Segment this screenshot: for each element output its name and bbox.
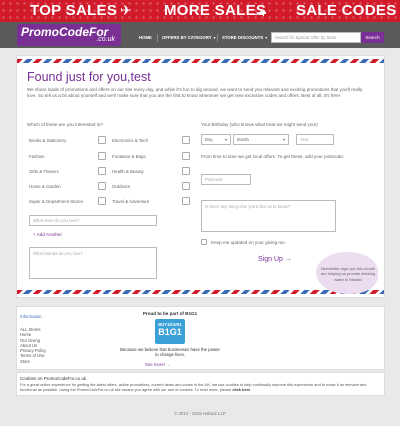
b1g1-tagline: Because we believe that businesses have … [120, 347, 220, 358]
intro-text: We share loads of promotions and offers … [27, 87, 363, 99]
nav-store-discounts[interactable]: STORE DISCOUNTS ▼ [222, 35, 268, 40]
category-checkbox[interactable] [98, 152, 106, 160]
categories-label: Which of these are you interested in? [27, 122, 103, 127]
category-checkbox[interactable] [98, 197, 106, 205]
see-more-link[interactable]: See more! → [145, 362, 170, 367]
page-title: Found just for you,test [27, 70, 151, 84]
cookie-title: Cookies on PromoCodeFor.co.uk [20, 376, 87, 381]
chevron-down-icon: ▾ [224, 137, 227, 142]
category-checkbox[interactable] [98, 182, 106, 190]
month-select-value: Month [237, 137, 249, 142]
newsletter-note: Newsletter sign ups this month are helpi… [320, 266, 376, 282]
nav-store-label: STORE DISCOUNTS [222, 35, 264, 40]
footer-link-store[interactable]: Store [20, 359, 46, 364]
nav-home[interactable]: HOME [139, 35, 152, 40]
category-label: Outdoors [112, 184, 131, 189]
category-checkbox[interactable] [182, 182, 190, 190]
footer-link-terms-of-use[interactable]: Terms of Use [20, 353, 46, 358]
category-label: Electronics & Tech [112, 138, 149, 143]
category-checkbox[interactable] [98, 136, 106, 144]
month-select[interactable]: Month ▾ [233, 134, 289, 145]
search-button[interactable]: Search [361, 32, 384, 43]
favorite-brands-input[interactable]: What brands do you love? [29, 247, 157, 279]
signup-label: Sign Up [258, 256, 283, 263]
banner-more-sales[interactable]: MORE SALES [164, 2, 266, 19]
cookie-body: For a great online experience for gettin… [20, 382, 367, 393]
category-checkbox[interactable] [98, 167, 106, 175]
chevron-down-icon: ▼ [212, 36, 217, 40]
b1g1-logo-main: B1G1 [158, 327, 182, 337]
logo-sub-text: .co.uk [96, 36, 115, 43]
postcode-label: From time to time we get local offers. T… [201, 154, 345, 159]
logo-main-text: PromoCodeFor [21, 25, 109, 39]
chevron-down-icon: ▼ [264, 36, 268, 40]
category-checkbox[interactable] [182, 197, 190, 205]
additional-info-textarea[interactable]: Is there any thing else you'd like us to… [201, 200, 336, 232]
keep-updated-checkbox[interactable] [201, 239, 207, 245]
arrow-right-icon: → [166, 362, 171, 367]
nav-divider [157, 34, 158, 42]
category-checkbox[interactable] [182, 136, 190, 144]
favorite-store-input[interactable]: What store do you love? [29, 215, 157, 226]
day-select[interactable]: Day ▾ [201, 134, 231, 145]
category-label: Fashion [29, 154, 45, 159]
nav-offers-label: OFFERS BY CATEGORY [162, 35, 212, 40]
site-logo[interactable]: PromoCodeFor .co.uk [17, 24, 121, 46]
category-label: Health & Beauty [112, 169, 144, 174]
footer-info-title: Information [20, 314, 42, 319]
keep-updated-label: Keep me updated on your giving too [211, 240, 285, 245]
cookie-link[interactable]: click here [232, 387, 250, 392]
nav-offers-by-category[interactable]: OFFERS BY CATEGORY ▼ [162, 35, 216, 40]
cookie-text: For a great online experience for gettin… [20, 382, 382, 393]
category-checkbox[interactable] [182, 167, 190, 175]
high-heel-icon [253, 3, 267, 20]
nav-divider [217, 34, 218, 42]
category-label: Gifts & Flowers [29, 169, 59, 174]
category-label: Footwear & Bags [112, 154, 146, 159]
add-another-link[interactable]: + Add Another [33, 232, 62, 237]
category-label: Home & Garden [29, 184, 61, 189]
birthday-label: Your Birthday (who knows what treat we m… [201, 122, 318, 127]
footer-links: ALL Stores Home Our Giving About Us Priv… [20, 327, 46, 364]
banner-sale-codes[interactable]: SALE CODES [296, 2, 397, 19]
year-input[interactable]: Year [296, 134, 334, 145]
day-select-value: Day [205, 137, 213, 142]
plane-icon: ✈ [120, 2, 132, 18]
signup-button[interactable]: Sign Up → [258, 256, 292, 263]
search-input[interactable]: Search for Special Offer by Store [271, 32, 361, 43]
promo-banner[interactable]: TOP SALES ✈ MORE SALES SALE CODES [0, 0, 400, 22]
b1g1-heading: Proud to be part of B1G1 [142, 311, 198, 316]
copyright: © 2012 - 2015 Hobwiz LLP [174, 411, 226, 416]
arrow-right-icon: → [284, 256, 292, 263]
banner-top-sales[interactable]: TOP SALES [30, 2, 117, 19]
chevron-down-icon: ▾ [282, 137, 285, 142]
category-checkbox[interactable] [182, 152, 190, 160]
category-label: Super & Department Stores [29, 199, 83, 204]
category-label: Books & Stationery [29, 138, 67, 143]
see-more-label: See more! [145, 362, 165, 367]
b1g1-logo[interactable]: BUY1GIVE1 B1G1 [155, 319, 185, 344]
category-label: Travel & Adventure [112, 199, 150, 204]
postcode-input[interactable]: Postcode [201, 174, 251, 185]
airmail-stripe-top [17, 59, 384, 63]
airmail-stripe-bottom [17, 290, 384, 294]
